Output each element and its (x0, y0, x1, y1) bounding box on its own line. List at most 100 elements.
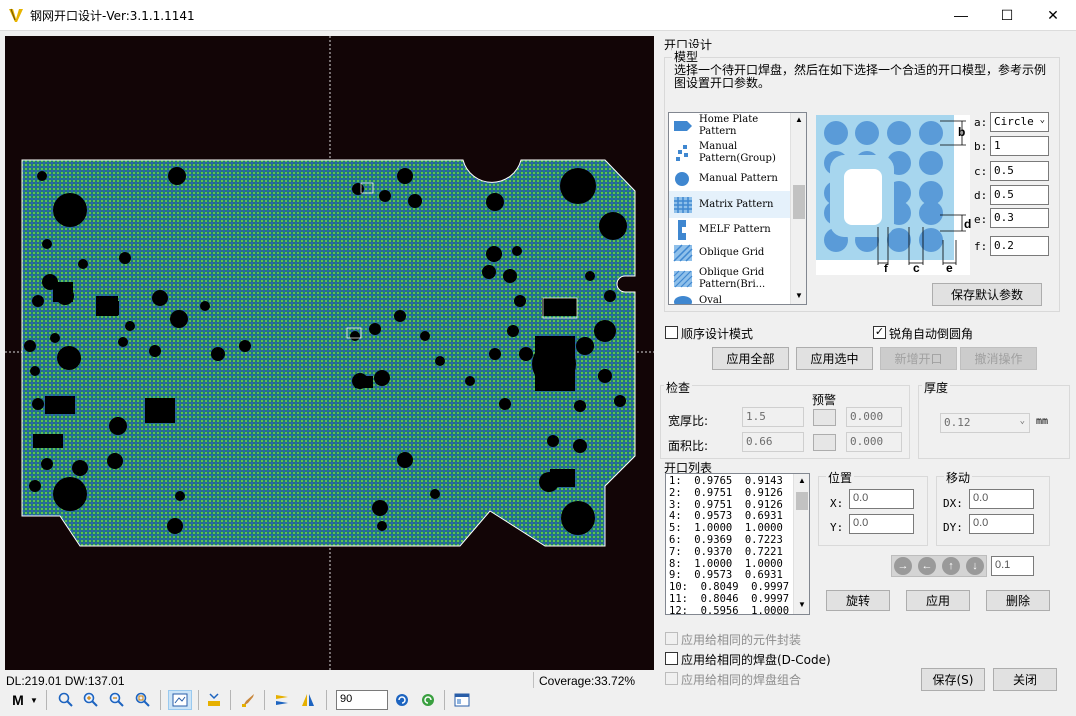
toolbar-separator (160, 690, 161, 710)
close-button[interactable]: 关闭 (993, 668, 1057, 691)
scroll-thumb[interactable] (793, 185, 805, 219)
same-dcode-label: 应用给相同的焊盘(D-Code) (681, 653, 831, 667)
title-bar: 钢网开口设计-Ver:3.1.1.1141 — ☐ ✕ (0, 0, 1076, 30)
zoom-out-icon[interactable] (107, 690, 127, 710)
brush-icon[interactable] (238, 690, 258, 710)
close-window-button[interactable]: ✕ (1030, 0, 1076, 30)
param-f-input[interactable]: 0.2 (990, 236, 1049, 256)
measure-dropdown-icon[interactable]: ▼ (28, 690, 40, 710)
pattern-item[interactable]: Manual Pattern(Group) (669, 138, 790, 167)
zoom-icon[interactable] (56, 690, 76, 710)
pattern-item[interactable]: Oblique Grid Pattern(Bri... (669, 264, 790, 293)
same-pad-group-label: 应用给相同的焊盘组合 (681, 673, 802, 687)
add-opening-button[interactable]: 新增开口 (880, 347, 957, 370)
status-divider (533, 672, 534, 688)
pattern-list-scrollbar[interactable]: ▲ ▼ (790, 113, 806, 304)
x-input[interactable]: 0.0 (849, 489, 914, 509)
apply-selected-button[interactable]: 应用选中 (796, 347, 873, 370)
chevron-down-icon: ⌄ (1039, 115, 1045, 125)
openings-scrollbar[interactable]: ▲ ▼ (793, 474, 809, 614)
undo-button[interactable]: 撤消操作 (960, 347, 1037, 370)
flip-horizontal-icon[interactable] (272, 690, 292, 710)
opening-row[interactable]: 7: 0.9370 0.7221 0 (669, 546, 802, 559)
scroll-down-icon[interactable]: ▼ (798, 600, 806, 609)
minimize-button[interactable]: — (938, 0, 984, 30)
param-e-input[interactable]: 0.3 (990, 208, 1049, 228)
pattern-item[interactable]: Home Plate Pattern (669, 113, 790, 138)
pattern-item[interactable]: Oblique Grid (669, 242, 790, 264)
pattern-item-label: Manual Pattern(Group) (699, 140, 776, 164)
rotate-ccw-icon[interactable] (392, 690, 412, 710)
same-pad-group-checkbox[interactable] (665, 672, 678, 685)
y-label: Y: (830, 521, 844, 534)
param-a-value: Circle (994, 115, 1034, 128)
rotation-angle-input[interactable]: 90 (336, 690, 388, 710)
step-input[interactable]: 0.1 (991, 556, 1034, 576)
auto-round-label: 锐角自动倒圆角 (889, 327, 974, 341)
arrow-up-icon[interactable]: ↑ (942, 557, 960, 575)
param-f-label: f: (974, 240, 988, 253)
flip-vertical-icon[interactable] (298, 690, 318, 710)
pattern-item[interactable]: MELF Pattern (669, 218, 790, 242)
area-warning-color[interactable] (813, 434, 836, 451)
scroll-up-icon[interactable]: ▲ (795, 115, 803, 124)
rotate-cw-icon[interactable] (418, 690, 438, 710)
arrow-left-icon[interactable]: ← (918, 557, 936, 575)
zoom-fit-icon[interactable] (133, 690, 153, 710)
save-button[interactable]: 保存(S) (921, 668, 985, 691)
opening-row[interactable]: 6: 0.9369 0.7223 0 (669, 534, 802, 547)
close-icon: ✕ (1047, 6, 1059, 23)
maximize-button[interactable]: ☐ (984, 0, 1030, 30)
window-layout-icon[interactable] (452, 690, 472, 710)
view-mode-icon[interactable] (168, 690, 192, 710)
apply-all-button[interactable]: 应用全部 (712, 347, 789, 370)
aspect-warning-input[interactable]: 0.000 (846, 407, 902, 427)
move-group (936, 476, 1050, 546)
scroll-thumb[interactable] (796, 492, 808, 510)
pcb-canvas[interactable] (5, 36, 654, 670)
measure-tool-icon[interactable]: M (8, 690, 28, 710)
pattern-item[interactable]: Matrix Pattern (669, 191, 790, 218)
x-label: X: (830, 497, 844, 510)
sequential-mode-checkbox[interactable] (665, 326, 678, 339)
dx-input[interactable]: 0.0 (969, 489, 1034, 509)
aspect-ratio-input[interactable]: 1.5 (742, 407, 804, 427)
opening-row[interactable]: 11: 0.8046 0.9997 0 (669, 593, 808, 606)
param-a-select[interactable]: Circle ⌄ (990, 112, 1049, 132)
openings-list[interactable]: 1: 0.9765 0.9143 0 2: 0.9751 0.9126 0 3: 0… (665, 473, 810, 615)
scroll-up-icon[interactable]: ▲ (798, 476, 806, 485)
param-c-input[interactable]: 0.5 (990, 161, 1049, 181)
param-d-input[interactable]: 0.5 (990, 185, 1049, 205)
pattern-item[interactable]: Oval (669, 293, 790, 304)
pattern-item-label: Home Plate Pattern (699, 113, 759, 137)
pattern-item[interactable]: Manual Pattern (669, 167, 790, 191)
zoom-in-icon[interactable] (81, 690, 101, 710)
thickness-select[interactable]: 0.12 ⌄ (940, 413, 1030, 433)
pattern-item-label: Manual Pattern (699, 173, 778, 184)
move-group-label: 移动 (944, 469, 973, 486)
apply-button[interactable]: 应用 (906, 590, 970, 611)
opening-row[interactable]: 2: 0.9751 0.9126 0 (669, 487, 802, 500)
scroll-down-icon[interactable]: ▼ (795, 291, 803, 300)
opening-row[interactable]: 12: 0.5956 1.0000 0 (669, 605, 808, 614)
same-package-checkbox[interactable] (665, 632, 678, 645)
auto-round-checkbox[interactable]: ✓ (873, 326, 886, 339)
save-default-params-button[interactable]: 保存默认参数 (932, 283, 1042, 306)
arrow-down-icon[interactable]: ↓ (966, 557, 984, 575)
same-dcode-checkbox[interactable] (665, 652, 678, 665)
param-b-input[interactable]: 1 (990, 136, 1049, 156)
pcb-board-drawing (5, 36, 654, 670)
rotate-button[interactable]: 旋转 (826, 590, 890, 611)
area-warning-input[interactable]: 0.000 (846, 432, 902, 452)
pattern-list[interactable]: Home Plate Pattern Manual Pattern(Group) M… (668, 112, 807, 305)
delete-button[interactable]: 删除 (986, 590, 1050, 611)
toolbar-separator (198, 690, 199, 710)
layer-icon[interactable] (204, 690, 224, 710)
dy-input[interactable]: 0.0 (969, 514, 1034, 534)
y-input[interactable]: 0.0 (849, 514, 914, 534)
area-ratio-input[interactable]: 0.66 (742, 432, 804, 452)
aspect-warning-color[interactable] (813, 409, 836, 426)
diagram-label-f: f (884, 263, 888, 275)
diagram-label-d: d (964, 217, 972, 231)
arrow-right-icon[interactable]: → (894, 557, 912, 575)
